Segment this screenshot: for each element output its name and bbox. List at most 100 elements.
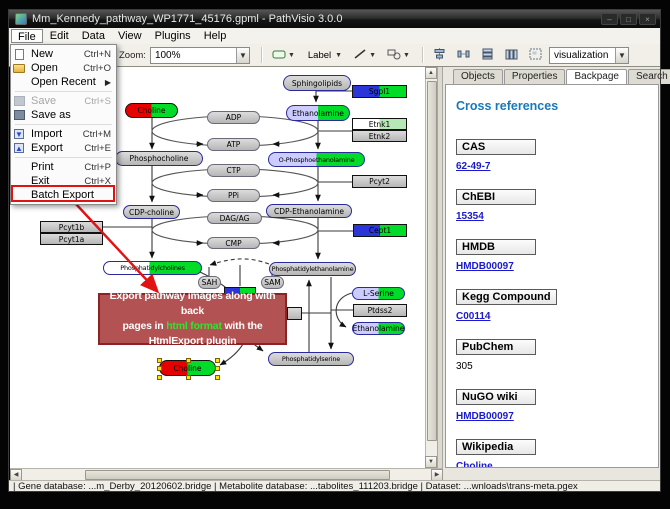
pathway-node-choline[interactable]: Choline: [125, 103, 178, 118]
xref-database-header: Wikipedia: [456, 439, 536, 455]
tab-properties[interactable]: Properties: [504, 69, 566, 84]
menu-help[interactable]: Help: [198, 29, 233, 43]
save-icon: [14, 96, 25, 106]
xref-list: CAS62-49-7ChEBI15354HMDBHMDB00097Kegg Co…: [456, 137, 658, 468]
backpage-content[interactable]: Cross references CAS62-49-7ChEBI15354HMD…: [445, 84, 659, 468]
pathway-node-o-phosphoethanolamine[interactable]: O-Phosphoethanolamine: [268, 152, 365, 167]
pathway-node-cdp-ethanolamine[interactable]: CDP-Ethanolamine: [266, 204, 352, 218]
scroll-down-icon[interactable]: ▼: [425, 456, 437, 468]
pathway-node-ethanolamine[interactable]: Ethanolamine: [352, 322, 405, 335]
pathway-node-pcyt1b[interactable]: Pcyt1b: [40, 221, 103, 233]
pathway-node-cept1[interactable]: Cept1: [353, 224, 407, 237]
xref-id-link[interactable]: 15354: [456, 211, 658, 222]
xref-id-link[interactable]: HMDB00097: [456, 411, 658, 422]
new-shape-button[interactable]: ▼: [383, 46, 414, 64]
file-menu-item-new[interactable]: NewCtrl+N: [11, 47, 116, 61]
xref-id-link[interactable]: HMDB00097: [456, 261, 658, 272]
menu-item-label: Export: [31, 142, 80, 154]
pathway-node-pcyt1a[interactable]: Pcyt1a: [40, 233, 103, 245]
pathway-node-sam[interactable]: SAM: [261, 276, 284, 289]
selection-handle[interactable]: [157, 366, 162, 371]
zoom-combo[interactable]: 100%▼: [150, 47, 250, 64]
tab-backpage[interactable]: Backpage: [566, 69, 626, 84]
pathway-node-phosphatidylcholines[interactable]: Phosphatidylcholines: [103, 261, 202, 275]
annotation-highlight-text: html format: [166, 320, 222, 332]
pathway-node-ethanolamine[interactable]: Ethanolamine: [286, 105, 350, 121]
stack-rows-button[interactable]: [477, 46, 498, 64]
xref-id-link[interactable]: Choline: [456, 461, 658, 468]
file-menu-item-print[interactable]: PrintCtrl+P: [11, 160, 116, 174]
tab-objects[interactable]: Objects: [453, 69, 503, 84]
group-button[interactable]: [525, 46, 546, 64]
selection-handle[interactable]: [157, 375, 162, 380]
chevron-down-icon: ▼: [335, 52, 342, 59]
title-bar[interactable]: Mm_Kennedy_pathway_WP1771_45176.gpml - P…: [8, 9, 661, 28]
selection-handle[interactable]: [186, 375, 191, 380]
selection-handle[interactable]: [215, 358, 220, 363]
menu-item-shortcut: Ctrl+M: [83, 129, 111, 140]
chevron-down-icon[interactable]: ▼: [236, 48, 249, 63]
menu-view[interactable]: View: [112, 29, 148, 43]
chevron-down-icon[interactable]: ▼: [615, 48, 628, 63]
window-title: Mm_Kennedy_pathway_WP1771_45176.gpml - P…: [32, 13, 599, 25]
selection-handle[interactable]: [215, 375, 220, 380]
window-controls: – □ ×: [599, 13, 656, 25]
new-label-button[interactable]: Label▼: [302, 46, 346, 64]
pathway-node-cmp[interactable]: CMP: [207, 237, 260, 249]
xref-id-link[interactable]: C00114: [456, 311, 658, 322]
minimize-button[interactable]: –: [601, 13, 618, 25]
pathway-node-choline[interactable]: Choline: [159, 360, 216, 376]
pathway-node-etnk2[interactable]: Etnk2: [352, 130, 407, 142]
file-menu-item-import[interactable]: ▼ImportCtrl+M: [11, 127, 116, 141]
canvas-horizontal-scrollbar[interactable]: ◀ ▶: [10, 468, 443, 480]
selection-handle[interactable]: [157, 358, 162, 363]
pathway-node-pcyt2[interactable]: Pcyt2: [352, 175, 407, 188]
horizontal-scroll-thumb[interactable]: [85, 470, 390, 480]
file-menu-item-open-recent[interactable]: Open Recent▶: [11, 75, 116, 89]
pathway-node-atp[interactable]: ATP: [207, 138, 260, 151]
xref-section-pubchem: PubChem305: [456, 337, 658, 372]
pathway-node-sgpl1[interactable]: Sgpl1: [352, 85, 407, 98]
pathway-node-cdp-choline[interactable]: CDP-choline: [123, 205, 180, 219]
menu-file[interactable]: File: [11, 29, 43, 43]
pathway-node-phosphatidylserine[interactable]: Phosphatidylserine: [268, 352, 354, 366]
close-button[interactable]: ×: [639, 13, 656, 25]
pathway-node-sphingolipids[interactable]: Sphingolipids: [283, 75, 351, 91]
xref-id-link[interactable]: 62-49-7: [456, 161, 658, 172]
new-line-button[interactable]: ▼: [349, 46, 380, 64]
xref-section-kegg-compound: Kegg CompoundC00114: [456, 287, 658, 322]
file-menu-item-open[interactable]: OpenCtrl+O: [11, 61, 116, 75]
pathway-node-etnk1[interactable]: Etnk1: [352, 118, 407, 130]
menu-data[interactable]: Data: [76, 29, 111, 43]
selection-handle[interactable]: [215, 366, 220, 371]
scroll-up-icon[interactable]: ▲: [425, 67, 437, 79]
menu-plugins[interactable]: Plugins: [149, 29, 197, 43]
pathway-node-ptdss2[interactable]: Ptdss2: [353, 304, 407, 317]
selection-handle[interactable]: [186, 358, 191, 363]
pathway-node-phosphocholine[interactable]: Phosphocholine: [115, 151, 203, 166]
stack-columns-button[interactable]: [501, 46, 522, 64]
align-button[interactable]: [429, 46, 450, 64]
pathway-node-sah[interactable]: SAH: [198, 276, 221, 289]
menu-edit[interactable]: Edit: [44, 29, 75, 43]
new-datanode-button[interactable]: ▼: [268, 46, 299, 64]
menu-item-shortcut: Ctrl+E: [84, 143, 111, 154]
maximize-button[interactable]: □: [620, 13, 637, 25]
batch-export-highlight: [11, 185, 115, 202]
file-menu-item-export[interactable]: ▲ExportCtrl+E: [11, 141, 116, 155]
canvas-vertical-scrollbar[interactable]: ▲ ▼: [425, 67, 437, 468]
tab-search[interactable]: Search: [628, 69, 670, 84]
xref-section-wikipedia: Wikipedia Choline: [456, 437, 658, 468]
pathway-node-ppi[interactable]: PPi: [207, 189, 260, 202]
pathway-node-phosphatidylethanolamine[interactable]: Phosphatidylethanolamine: [269, 262, 356, 276]
distribute-button[interactable]: [453, 46, 474, 64]
pathway-node-ctp[interactable]: CTP: [207, 164, 260, 177]
pathway-node-hidden-28[interactable]: [287, 307, 302, 320]
pathway-node-adp[interactable]: ADP: [207, 111, 260, 124]
pathway-node-dag-ag[interactable]: DAG/AG: [207, 212, 262, 224]
file-menu-item-save-as[interactable]: Save as: [11, 108, 116, 122]
xref-database-header: NuGO wiki: [456, 389, 536, 405]
vertical-scroll-thumb[interactable]: [427, 81, 437, 441]
visualization-combo[interactable]: visualization▼: [549, 47, 629, 64]
pathway-node-l-serine[interactable]: L-Serine: [352, 287, 405, 300]
